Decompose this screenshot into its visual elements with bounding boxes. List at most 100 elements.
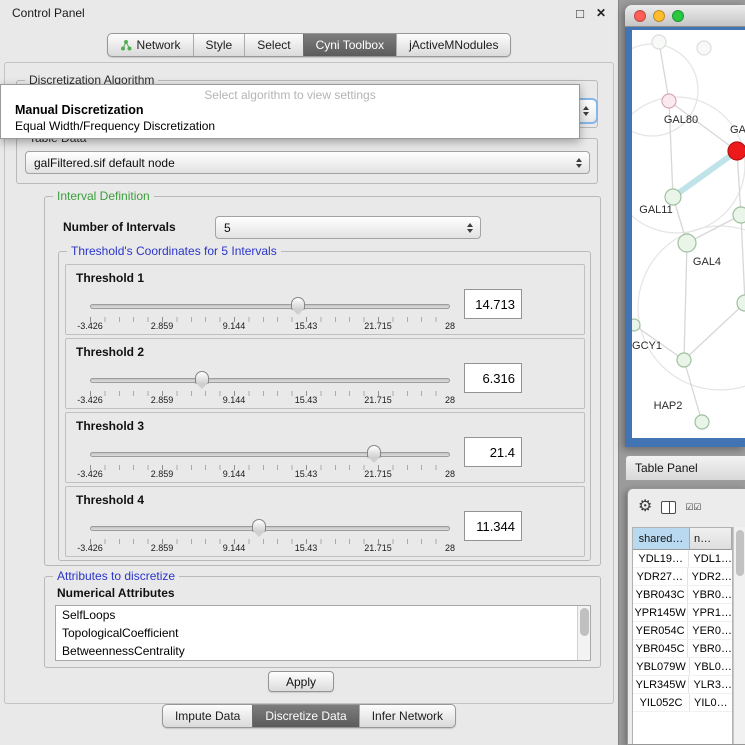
table-row[interactable]: YDL19…YDL1… [633,550,732,568]
slider-track[interactable] [90,526,450,531]
threshold-slider[interactable] [90,371,450,397]
table-panel-titlebar[interactable]: Table Panel [625,455,745,481]
threshold-value-field[interactable]: 21.4 [464,437,522,467]
table-data-select[interactable]: galFiltered.sif default node [25,151,590,174]
tab-network[interactable]: Network [108,34,193,56]
slider-scale: -3.4262.8599.14415.4321.71528 [90,469,450,480]
scale-label: 15.43 [295,469,318,479]
number-of-intervals-select[interactable]: 5 [215,216,481,239]
table-cell[interactable]: YDL19… [633,550,689,567]
table-row[interactable]: YPR145WYPR1… [633,604,732,622]
network-edge[interactable] [669,101,737,151]
algorithm-option[interactable]: Equal Width/Frequency Discretization [1,118,579,134]
attributes-scrollbar[interactable] [577,606,590,660]
apply-button[interactable]: Apply [268,671,334,692]
tab-discretize-data[interactable]: Discretize Data [252,705,358,727]
network-edge[interactable] [684,243,687,360]
slider-track[interactable] [90,452,450,457]
table-cell[interactable]: YDR2… [688,568,732,585]
table-cell[interactable]: YBR043C [633,586,688,603]
table-row[interactable]: YBR045CYBR0… [633,640,732,658]
slider-track[interactable] [90,378,450,383]
algorithm-option[interactable]: Manual Discretization [1,102,579,118]
tab-impute-data[interactable]: Impute Data [163,705,252,727]
network-node[interactable] [665,189,681,205]
close-traffic-light-icon[interactable] [634,10,646,22]
table-cell[interactable]: YBR0… [688,640,732,657]
slider-thumb[interactable] [367,445,381,458]
network-node[interactable] [662,94,676,108]
table-row[interactable]: YLR345WYLR3… [633,676,732,694]
slider-track[interactable] [90,304,450,309]
column-header-name[interactable]: n… [690,528,732,550]
network-window-titlebar[interactable] [625,5,745,27]
network-canvas[interactable]: GAL80GAGAL11GAL4GCY1HAP2 [632,30,745,438]
attribute-item[interactable]: SelfLoops [56,606,590,624]
network-edge[interactable] [684,360,702,422]
table-cell[interactable]: YER054C [633,622,688,639]
network-edge[interactable] [741,215,745,303]
tab-select[interactable]: Select [244,34,302,56]
table-cell[interactable]: YBL079W [633,658,690,675]
network-edge[interactable] [684,303,745,360]
zoom-traffic-light-icon[interactable] [672,10,684,22]
table-row[interactable]: YBL079WYBL0… [633,658,732,676]
network-edge-thick[interactable] [673,151,737,197]
table-cell[interactable]: YBL0… [690,658,732,675]
network-node[interactable] [733,207,745,223]
table-scrollbar[interactable] [733,527,745,744]
close-icon[interactable]: ✕ [596,7,606,19]
threshold-value-field[interactable]: 11.344 [464,511,522,541]
tab-style[interactable]: Style [193,34,245,56]
table-row[interactable]: YDR27…YDR2… [633,568,732,586]
slider-thumb[interactable] [252,519,266,532]
column-header-shared[interactable]: shared… [633,528,690,550]
table-cell[interactable]: YIL052C [633,694,690,711]
network-node[interactable] [728,142,745,160]
table-row[interactable]: YIL052CYIL0… [633,694,732,712]
network-edge[interactable] [659,42,669,101]
minimize-traffic-light-icon[interactable] [653,10,665,22]
network-edge[interactable] [737,151,741,215]
network-node[interactable] [697,41,711,55]
table-row[interactable]: YER054CYER0… [633,622,732,640]
scale-label: 15.43 [295,321,318,331]
scale-label: 15.43 [295,543,318,553]
table-cell[interactable]: YBR0… [688,586,732,603]
table-cell[interactable]: YDR27… [633,568,688,585]
network-node[interactable] [652,35,666,49]
table-panel-title: Table Panel [635,461,698,475]
table-cell[interactable]: YPR145W [633,604,688,621]
slider-thumb[interactable] [195,371,209,384]
table-cell[interactable]: YBR045C [633,640,688,657]
threshold-slider[interactable] [90,519,450,545]
float-icon[interactable]: □ [576,7,584,20]
scrollbar-thumb[interactable] [736,530,744,576]
network-node-label: HAP2 [654,400,683,412]
table-row[interactable]: YBR043CYBR0… [633,586,732,604]
network-node[interactable] [632,319,640,331]
attribute-item[interactable]: TopologicalCoefficient [56,624,590,642]
tab-infer-network[interactable]: Infer Network [359,705,455,727]
table-cell[interactable]: YDL1… [689,550,732,567]
select-columns-icon[interactable]: ☑☑ [685,502,701,513]
network-node[interactable] [695,415,709,429]
slider-thumb[interactable] [291,297,305,310]
table-cell[interactable]: YER0… [688,622,732,639]
gear-icon[interactable]: ⚙ [638,499,652,515]
scrollbar-thumb[interactable] [580,608,589,636]
threshold-value-field[interactable]: 14.713 [464,289,522,319]
table-cell[interactable]: YLR3… [689,676,732,693]
table-cell[interactable]: YIL0… [690,694,732,711]
threshold-slider[interactable] [90,445,450,471]
network-node[interactable] [677,353,691,367]
table-cell[interactable]: YLR345W [633,676,689,693]
columns-icon[interactable] [661,501,676,514]
attribute-item[interactable]: BetweennessCentrality [56,642,590,660]
tab-cyni-toolbox[interactable]: Cyni Toolbox [303,34,396,56]
tab-jactivemnodules[interactable]: jActiveMNodules [396,34,510,56]
threshold-slider[interactable] [90,297,450,323]
network-node[interactable] [678,234,696,252]
threshold-value-field[interactable]: 6.316 [464,363,522,393]
table-cell[interactable]: YPR1… [688,604,732,621]
